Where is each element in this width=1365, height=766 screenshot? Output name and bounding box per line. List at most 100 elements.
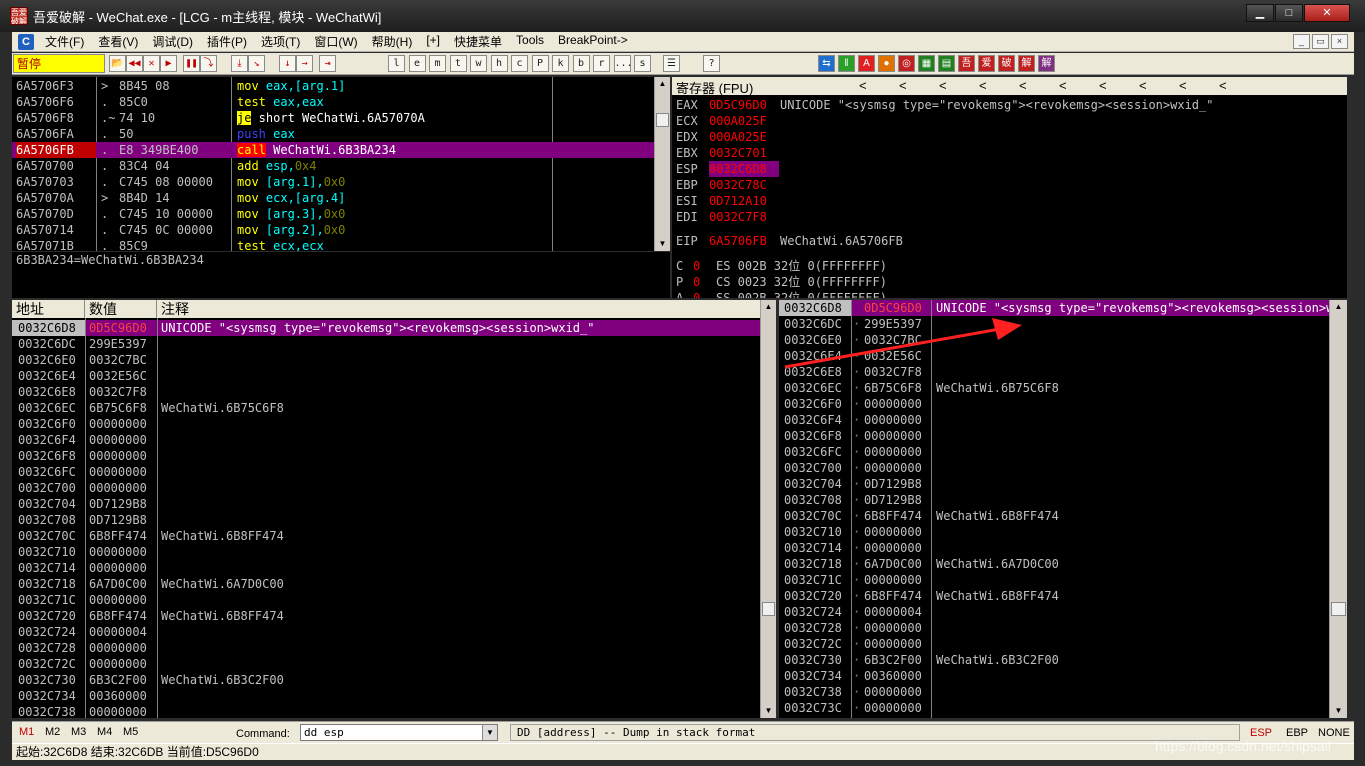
- register-value[interactable]: 0D5C96D0: [709, 97, 767, 113]
- stack-row[interactable]: 0032C6FC · 00000000: [779, 444, 1329, 460]
- register-scroll-arrow-icon[interactable]: <: [1139, 78, 1147, 93]
- disasm-row[interactable]: 6A5706F6. 85C0 test eax,eax: [12, 94, 654, 110]
- register-scroll-arrow-icon[interactable]: <: [1179, 78, 1187, 93]
- plugin-icon-7[interactable]: 吾: [958, 55, 975, 72]
- dump-row[interactable]: 0032C6E8 0032C7F8: [12, 384, 760, 400]
- disasm-row[interactable]: 6A57070D. C745 10 00000 mov [arg.3],0x0: [12, 206, 654, 222]
- dump-row[interactable]: 0032C6F0 00000000: [12, 416, 760, 432]
- stack-row[interactable]: 0032C704 · 0D7129B8: [779, 476, 1329, 492]
- stack-row[interactable]: 0032C720 · 6B8FF474 WeChatWi.6B8FF474: [779, 588, 1329, 604]
- options-icon[interactable]: ☰: [663, 55, 680, 72]
- dump-row[interactable]: 0032C724 00000004: [12, 624, 760, 640]
- stack-row[interactable]: 0032C738 · 00000000: [779, 684, 1329, 700]
- toolbar-button-6[interactable]: ⤓: [231, 55, 248, 72]
- stack-row[interactable]: 0032C714 · 00000000: [779, 540, 1329, 556]
- scroll-up-icon[interactable]: ▲: [1330, 300, 1347, 314]
- dump-row[interactable]: 0032C6F4 00000000: [12, 432, 760, 448]
- toolbar-button-9[interactable]: →: [296, 55, 313, 72]
- plugin-icon-6[interactable]: ▤: [938, 55, 955, 72]
- register-ebx[interactable]: EBX 0032C701: [672, 145, 1347, 161]
- disasm-row[interactable]: 6A57071B. 85C9 test ecx,ecx: [12, 238, 654, 251]
- dump-row[interactable]: 0032C700 00000000: [12, 480, 760, 496]
- dump-row[interactable]: 0032C6D8 0D5C96D0 UNICODE "<sysmsg type="r…: [12, 320, 760, 336]
- window-button-w[interactable]: w: [470, 55, 487, 72]
- window-button-k[interactable]: k: [552, 55, 569, 72]
- maximize-button[interactable]: □: [1275, 4, 1303, 22]
- dump-row[interactable]: 0032C70C 6B8FF474 WeChatWi.6B8FF474: [12, 528, 760, 544]
- toolbar-button-10[interactable]: ⇥: [319, 55, 336, 72]
- disasm-row[interactable]: 6A5706FA. 50 push eax: [12, 126, 654, 142]
- plugin-icon-9[interactable]: 破: [998, 55, 1015, 72]
- stack-row[interactable]: 0032C728 · 00000000: [779, 620, 1329, 636]
- window-button-l[interactable]: l: [388, 55, 405, 72]
- stack-row[interactable]: 0032C6F4 · 00000000: [779, 412, 1329, 428]
- toolbar-button-1[interactable]: ◀◀: [126, 55, 143, 72]
- window-button-...[interactable]: ...: [613, 55, 633, 72]
- registers-pane[interactable]: 寄存器 (FPU) < < < < < < < < < < EAX 0D5C96D0 UNICODE …: [672, 77, 1347, 298]
- toolbar-button-2[interactable]: ✕: [143, 55, 160, 72]
- register-scroll-arrow-icon[interactable]: <: [899, 78, 907, 93]
- minimize-button[interactable]: ▁: [1246, 4, 1274, 22]
- dump-row[interactable]: 0032C738 00000000: [12, 704, 760, 718]
- disasm-row[interactable]: 6A5706FB. E8 349BE400 call WeChatWi.6B3BA2…: [12, 142, 654, 158]
- flag-value[interactable]: 0: [693, 290, 700, 298]
- close-button[interactable]: ✕: [1304, 4, 1350, 22]
- command-input[interactable]: dd esp: [300, 724, 498, 741]
- scroll-thumb[interactable]: [762, 602, 775, 616]
- memory-tab-m1[interactable]: M1: [19, 726, 34, 738]
- scroll-thumb[interactable]: [656, 113, 669, 127]
- register-value[interactable]: 6A5706FB: [709, 233, 767, 249]
- register-ebp[interactable]: EBP 0032C78C: [672, 177, 1347, 193]
- toolbar-button-3[interactable]: ▶: [160, 55, 177, 72]
- window-button-e[interactable]: e: [408, 55, 426, 72]
- stack-row[interactable]: 0032C718 · 6A7D0C00 WeChatWi.6A7D0C00: [779, 556, 1329, 572]
- stack-row[interactable]: 0032C70C · 6B8FF474 WeChatWi.6B8FF474: [779, 508, 1329, 524]
- dump-row[interactable]: 0032C730 6B3C2F00 WeChatWi.6B3C2F00: [12, 672, 760, 688]
- scroll-up-icon[interactable]: ▲: [761, 300, 776, 314]
- disassembly-scrollbar[interactable]: ▲ ▼: [654, 77, 670, 251]
- memory-tab-m2[interactable]: M2: [45, 726, 60, 738]
- register-edx[interactable]: EDX 000A025E: [672, 129, 1347, 145]
- column-header-address[interactable]: 地址: [12, 300, 85, 318]
- window-button-s[interactable]: s: [634, 55, 651, 72]
- stack-row[interactable]: 0032C73C · 00000000: [779, 700, 1329, 716]
- dump-row[interactable]: 0032C728 00000000: [12, 640, 760, 656]
- menu-item-9[interactable]: Tools: [509, 33, 551, 50]
- stack-row[interactable]: 0032C6E8 · 0032C7F8: [779, 364, 1329, 380]
- register-value[interactable]: 000A025F: [709, 113, 767, 129]
- dump-row[interactable]: 0032C71C 00000000: [12, 592, 760, 608]
- dump-scrollbar[interactable]: ▲ ▼: [760, 300, 776, 718]
- register-value[interactable]: 000A025E: [709, 129, 767, 145]
- register-value[interactable]: 0D712A10: [709, 193, 767, 209]
- menu-item-7[interactable]: [+]: [419, 33, 447, 50]
- disasm-row[interactable]: 6A5706F3 >8B45 08 mov eax,[arg.1]: [12, 78, 654, 94]
- register-edi[interactable]: EDI 0032C7F8: [672, 209, 1347, 225]
- plugin-icon-5[interactable]: ▦: [918, 55, 935, 72]
- mdi-restore-button[interactable]: ▭: [1312, 34, 1329, 49]
- menu-item-3[interactable]: 插件(P): [200, 33, 254, 50]
- register-eax[interactable]: EAX 0D5C96D0 UNICODE "<sysmsg type="revoke…: [672, 97, 1347, 113]
- register-ecx[interactable]: ECX 000A025F: [672, 113, 1347, 129]
- disasm-row[interactable]: 6A570703. C745 08 00000 mov [arg.1],0x0: [12, 174, 654, 190]
- toolbar-button-0[interactable]: 📂: [109, 55, 126, 72]
- column-header-comment[interactable]: 注释: [157, 300, 760, 318]
- scroll-thumb[interactable]: [1331, 602, 1346, 616]
- menu-item-8[interactable]: 快捷菜单: [447, 33, 509, 50]
- memory-tab-m5[interactable]: M5: [123, 726, 138, 738]
- window-button-b[interactable]: b: [572, 55, 590, 72]
- window-button-P[interactable]: P: [531, 55, 549, 72]
- flag-value[interactable]: 0: [693, 258, 700, 274]
- menu-item-1[interactable]: 查看(V): [91, 33, 145, 50]
- register-value[interactable]: 0032C78C: [709, 177, 767, 193]
- dump-row[interactable]: 0032C710 00000000: [12, 544, 760, 560]
- stack-row[interactable]: 0032C6D8·0D5C96D0UNICODE "<sysmsg type="…: [779, 300, 1329, 316]
- plugin-icon-2[interactable]: A: [858, 55, 875, 72]
- disasm-row[interactable]: 6A57070A >8B4D 14 mov ecx,[arg.4]: [12, 190, 654, 206]
- window-button-m[interactable]: m: [429, 55, 446, 72]
- register-value[interactable]: 0032C7F8: [709, 209, 767, 225]
- dump-row[interactable]: 0032C72C 00000000: [12, 656, 760, 672]
- scroll-down-icon[interactable]: ▼: [655, 237, 670, 251]
- dump-row[interactable]: 0032C704 0D7129B8: [12, 496, 760, 512]
- stack-row[interactable]: 0032C724 · 00000004: [779, 604, 1329, 620]
- command-dropdown-icon[interactable]: ▼: [482, 725, 497, 740]
